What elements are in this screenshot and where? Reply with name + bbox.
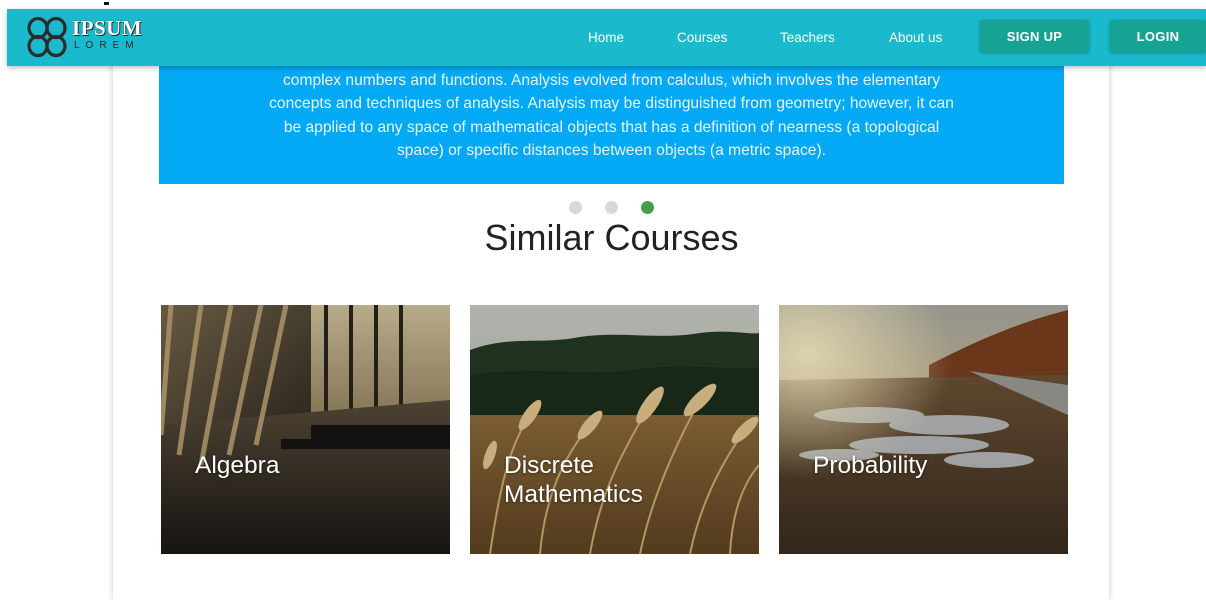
nav-courses[interactable]: Courses bbox=[677, 30, 727, 45]
course-title-line: Probability bbox=[813, 452, 928, 479]
course-title-discrete-mathematics: Discrete Mathematics bbox=[504, 451, 734, 509]
carousel-dot-1[interactable] bbox=[569, 201, 582, 214]
discrete-mathematics-card-image bbox=[470, 305, 759, 554]
course-card-probability[interactable]: Probability bbox=[779, 305, 1068, 554]
logo-subtext: LOREM bbox=[74, 40, 140, 51]
top-navbar: IPSUM LOREM Home Courses Teachers About … bbox=[7, 9, 1206, 66]
course-card-algebra[interactable]: Algebra bbox=[161, 305, 450, 554]
course-title-line: Discrete bbox=[504, 452, 594, 479]
description-banner: complex numbers and functions. Analysis … bbox=[159, 60, 1064, 184]
similar-courses-title: Similar Courses bbox=[484, 217, 739, 258]
course-title-algebra: Algebra bbox=[195, 451, 425, 480]
page-edge-mark bbox=[104, 2, 109, 5]
logo-text: IPSUM bbox=[72, 16, 143, 40]
nav-home[interactable]: Home bbox=[588, 30, 624, 45]
sign-up-button[interactable]: SIGN UP bbox=[980, 20, 1089, 52]
nav-teachers[interactable]: Teachers bbox=[780, 30, 835, 45]
banner-text: complex numbers and functions. Analysis … bbox=[269, 72, 954, 160]
probability-card-image bbox=[779, 305, 1068, 554]
carousel-dot-3[interactable] bbox=[641, 201, 654, 214]
flower-logo-icon bbox=[27, 16, 67, 58]
course-title-line: Algebra bbox=[195, 452, 280, 479]
carousel-dot-2[interactable] bbox=[605, 201, 618, 214]
course-title-line: Mathematics bbox=[504, 481, 643, 508]
algebra-card-image bbox=[161, 305, 450, 554]
login-button[interactable]: LOGIN bbox=[1110, 20, 1206, 52]
course-title-probability: Probability bbox=[813, 451, 1043, 480]
brand-logo[interactable]: IPSUM LOREM bbox=[24, 13, 152, 61]
nav-about-us[interactable]: About us bbox=[889, 30, 942, 45]
course-card-discrete-mathematics[interactable]: Discrete Mathematics bbox=[470, 305, 759, 554]
